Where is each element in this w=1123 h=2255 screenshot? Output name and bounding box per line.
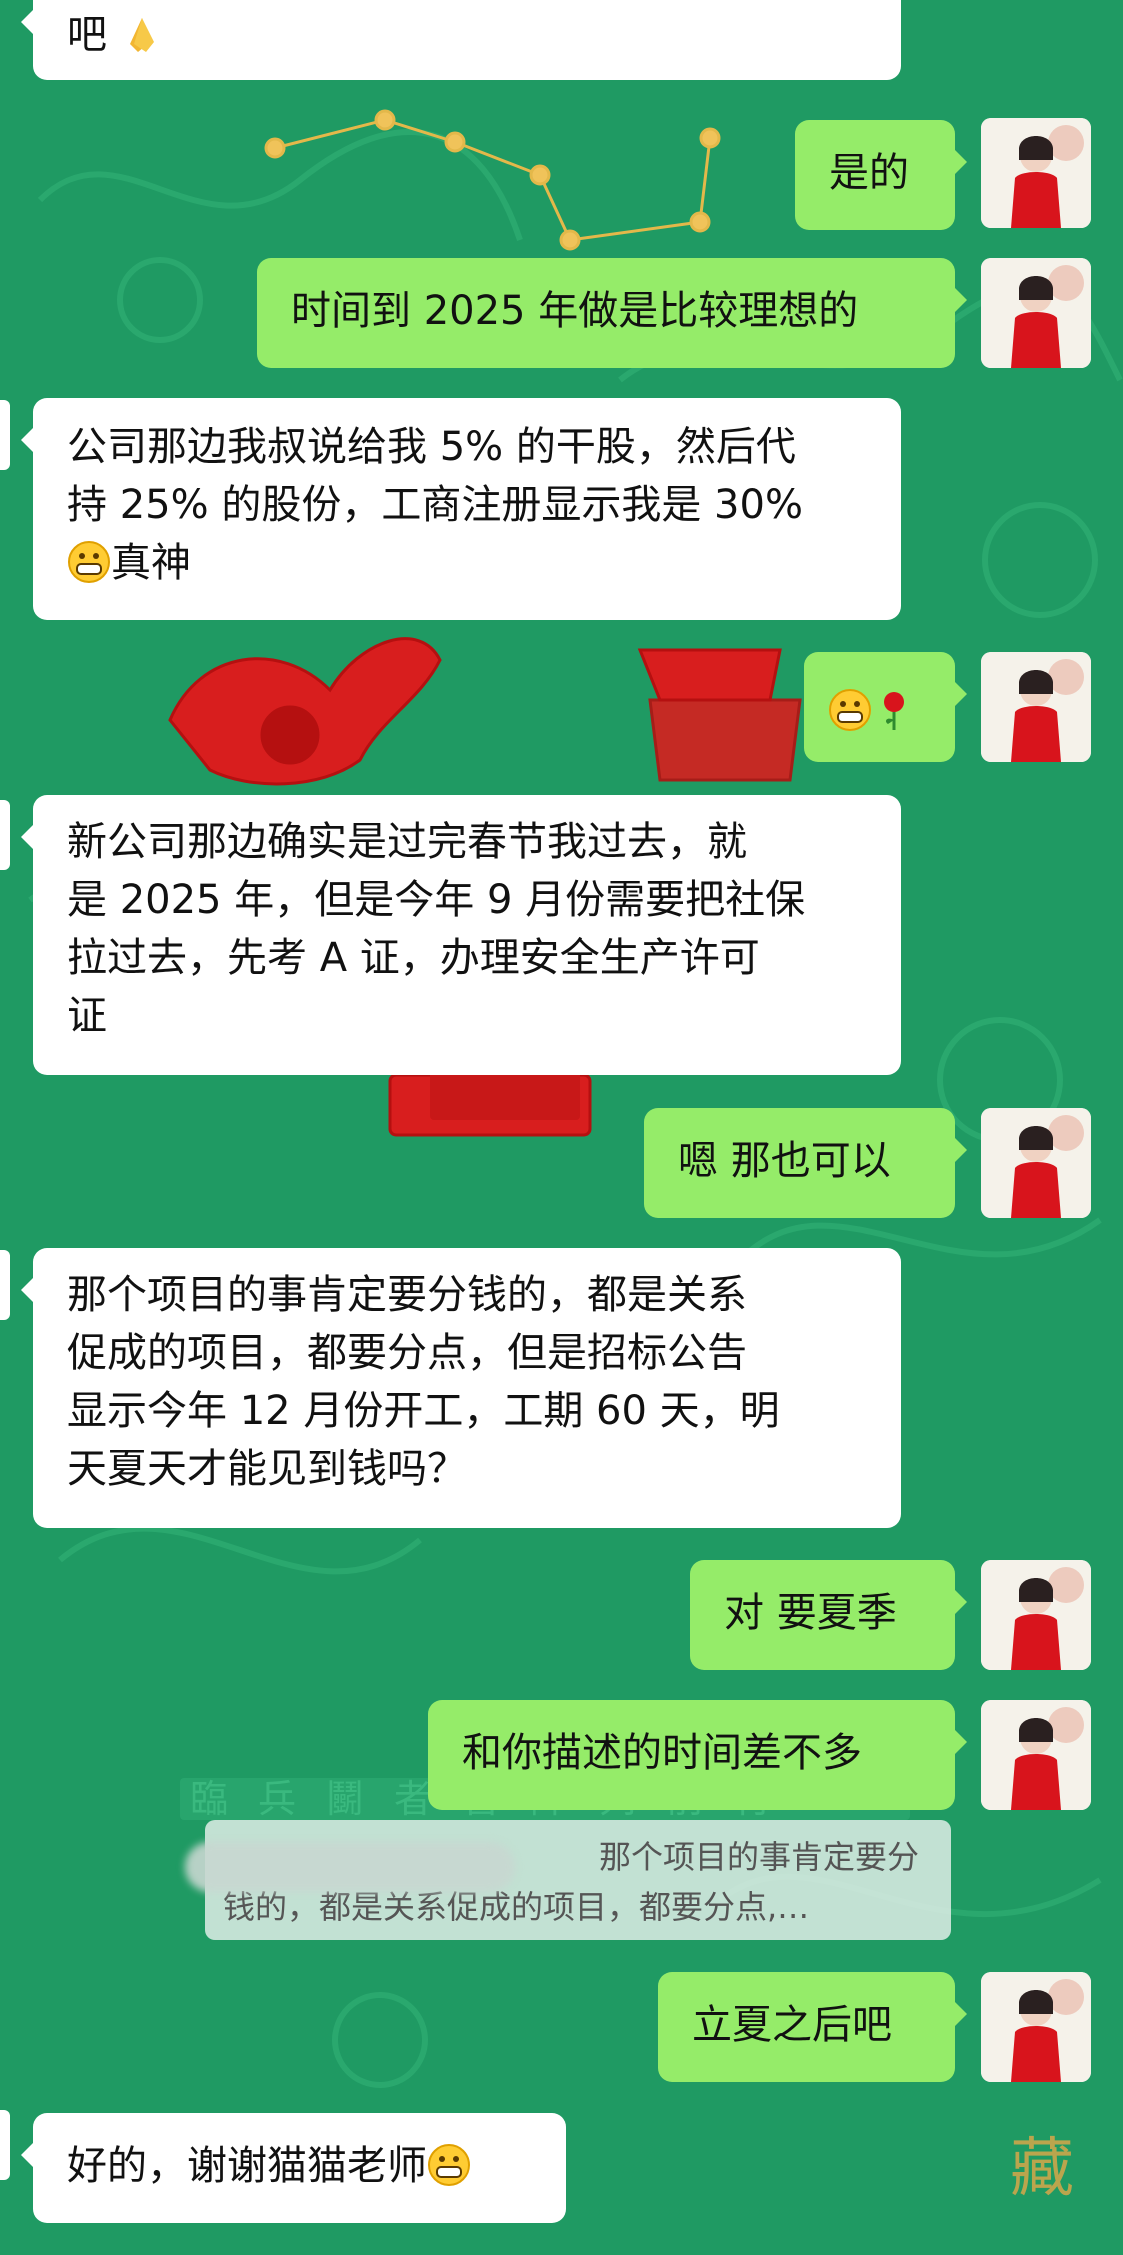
- message-line: 持 25% 的股份，工商注册显示我是 30%: [67, 482, 803, 528]
- message-text: 嗯 那也可以: [678, 1138, 891, 1184]
- message-text: 时间到 2025 年做是比较理想的: [291, 288, 859, 334]
- message-line: 天夏天才能见到钱吗？: [67, 1446, 467, 1492]
- message-text: 是的: [829, 150, 909, 196]
- message-bubble[interactable]: [804, 652, 967, 762]
- message-line: 真神: [111, 540, 191, 586]
- message-text: 吧: [67, 12, 107, 58]
- edge-marker: [0, 1250, 10, 1320]
- message-line: 拉过去，先考 A 证，办理安全生产许可: [67, 935, 760, 981]
- message-bubble[interactable]: 对 要夏季: [690, 1560, 967, 1670]
- avatar[interactable]: [981, 1972, 1091, 2082]
- message-bubble[interactable]: 那个项目的事肯定要分钱的，都是关系 促成的项目，都要分点，但是招标公告 显示今年…: [21, 1248, 901, 1528]
- message-line: 公司那边我叔说给我 5% 的干股，然后代: [67, 424, 796, 470]
- avatar[interactable]: [981, 1560, 1091, 1670]
- message-bubble[interactable]: 嗯 那也可以: [644, 1108, 967, 1218]
- message-text: 立夏之后吧: [692, 2002, 892, 2048]
- background-red-stamp: [430, 1070, 580, 1120]
- avatar[interactable]: [981, 1108, 1091, 1218]
- quoted-message[interactable]: 那个项目的事肯定要分 钱的，都是关系促成的项目，都要分点,…: [185, 1820, 951, 1940]
- message-line: 证: [67, 993, 107, 1039]
- message-text: 对 要夏季: [724, 1590, 897, 1636]
- message-bubble[interactable]: 是的: [795, 120, 967, 230]
- avatar[interactable]: [981, 118, 1091, 228]
- avatar[interactable]: [981, 258, 1091, 368]
- message-bubble[interactable]: 立夏之后吧: [658, 1972, 967, 2082]
- message-text: 和你描述的时间差不多: [462, 1730, 862, 1776]
- message-bubble[interactable]: 时间到 2025 年做是比较理想的: [257, 258, 967, 368]
- edge-marker: [0, 2110, 10, 2180]
- message-line: 促成的项目，都要分点，但是招标公告: [67, 1330, 747, 1376]
- grinning-face-emoji: [67, 540, 111, 584]
- folded-hands-emoji: [120, 12, 164, 56]
- message-line: 显示今年 12 月份开工，工期 60 天，明: [67, 1388, 780, 1434]
- edge-marker: [0, 400, 10, 470]
- message-line: 新公司那边确实是过完春节我过去，就: [67, 819, 747, 865]
- message-bubble[interactable]: 新公司那边确实是过完春节我过去，就 是 2025 年，但是今年 9 月份需要把社…: [21, 795, 901, 1075]
- message-bubble[interactable]: 和你描述的时间差不多: [428, 1700, 967, 1810]
- message-text: 好的，谢谢猫猫老师: [67, 2143, 427, 2189]
- avatar[interactable]: [981, 652, 1091, 762]
- grinning-face-emoji: [828, 688, 872, 732]
- message-bubble[interactable]: 好的，谢谢猫猫老师: [21, 2113, 566, 2223]
- avatar[interactable]: [981, 1700, 1091, 1810]
- grinning-face-emoji: [427, 2143, 471, 2187]
- background-corner-char: 藏: [1010, 2132, 1074, 2206]
- rose-emoji: [872, 688, 916, 732]
- message-line: 是 2025 年，但是今年 9 月份需要把社保: [67, 877, 806, 923]
- message-bubble[interactable]: 公司那边我叔说给我 5% 的干股，然后代 持 25% 的股份，工商注册显示我是 …: [21, 398, 901, 620]
- message-bubble[interactable]: 吧: [21, 0, 901, 80]
- redacted-name: [185, 1842, 515, 1892]
- edge-marker: [0, 800, 10, 870]
- message-line: 那个项目的事肯定要分钱的，都是关系: [67, 1272, 747, 1318]
